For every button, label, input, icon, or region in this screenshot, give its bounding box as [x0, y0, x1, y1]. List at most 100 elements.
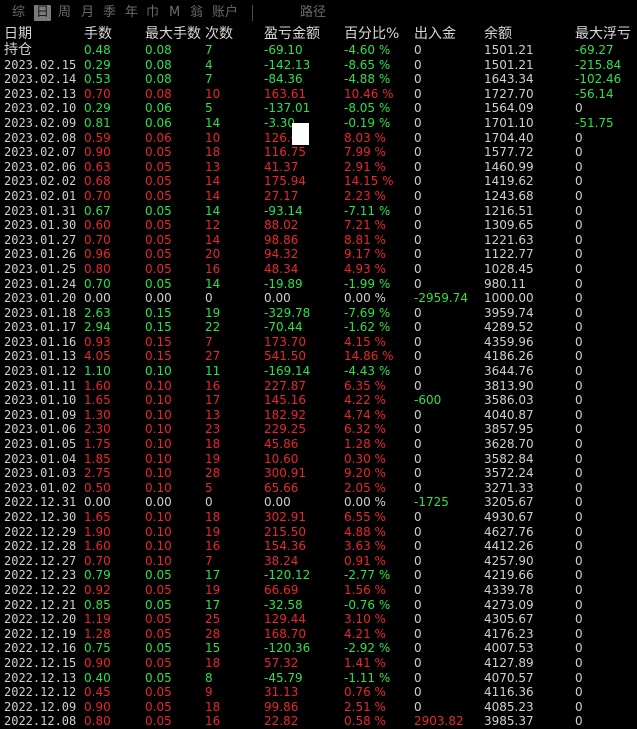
table-row[interactable]: 2022.12.22 0.92 0.05 19 66.69 1.56 % 0 4339.78 0 — [0, 583, 637, 598]
tab-quarterly[interactable]: 季 — [103, 5, 116, 21]
cell-max-lots: 0.08 — [145, 86, 172, 101]
tab-overview[interactable]: 综 — [12, 5, 25, 21]
table-row[interactable]: 2022.12.23 0.79 0.05 17 -120.12 -2.77 % 0 4219.… — [0, 568, 637, 583]
header-deposit-withdraw[interactable]: 出入金 — [414, 26, 456, 42]
cell-count: 18 — [205, 655, 221, 670]
header-lots[interactable]: 手数 — [84, 26, 112, 42]
tab-yearly[interactable]: 年 — [125, 5, 138, 21]
table-row[interactable]: 2023.02.08 0.59 0.06 10 126.6 8.03 % 0 1704.40 0 — [0, 131, 637, 146]
table-row[interactable]: 2023.02.06 0.63 0.05 13 41.37 2.91 % 0 1460.99 0 — [0, 160, 637, 175]
table-row[interactable]: 2022.12.20 1.19 0.05 25 129.44 3.10 % 0 4305.67… — [0, 612, 637, 627]
header-date[interactable]: 日期 — [4, 26, 32, 42]
table-row[interactable]: 2023.01.10 1.65 0.10 17 145.16 4.22 % -600 3586… — [0, 393, 637, 408]
cell-count: 22 — [205, 320, 221, 335]
table-row[interactable]: 2022.12.21 0.85 0.05 17 -32.58 -0.76 % 0 4273.0… — [0, 598, 637, 613]
header-percent[interactable]: 百分比% — [344, 26, 399, 42]
cell-percent: 4.93 % — [344, 261, 386, 276]
table-row[interactable]: 2022.12.31 0.00 0.00 0 0.00 0.00 % -1725 3205.6… — [0, 495, 637, 510]
cell-balance: 1564.09 — [484, 101, 534, 116]
table-row[interactable]: 2022.12.13 0.40 0.05 8 -45.79 -1.11 % 0 4070.57… — [0, 671, 637, 686]
table-row[interactable]: 2023.01.09 1.30 0.10 13 182.92 4.74 % 0 4040.87… — [0, 408, 637, 423]
table-row[interactable]: 2023.01.24 0.70 0.05 14 -19.89 -1.99 % 0 980.11… — [0, 277, 637, 292]
cell-deposit-withdraw: 0 — [414, 320, 422, 335]
cell-balance: 4116.36 — [484, 685, 534, 700]
tab-monthly[interactable]: 月 — [81, 5, 94, 21]
table-row[interactable]: 2023.01.27 0.70 0.05 14 98.86 8.81 % 0 1221.63 0 — [0, 233, 637, 248]
table-row[interactable]: 2022.12.28 1.60 0.10 16 154.36 3.63 % 0 4412.26… — [0, 539, 637, 554]
header-balance[interactable]: 余额 — [484, 26, 512, 42]
header-max-lots[interactable]: 最大手数 — [145, 26, 201, 42]
cell-lots: 2.63 — [84, 305, 111, 320]
table-row[interactable]: 2022.12.30 1.65 0.10 18 302.91 6.55 % 0 4930.67… — [0, 510, 637, 525]
table-row[interactable]: 2023.01.26 0.96 0.05 20 94.32 9.17 % 0 1122.77 0 — [0, 247, 637, 262]
table-row[interactable]: 2023.02.14 0.53 0.08 7 -84.36 -4.88 % 0 1643.34… — [0, 72, 637, 87]
cell-max-drawdown: 0 — [575, 320, 583, 335]
cell-balance: 4339.78 — [484, 582, 534, 597]
table-row[interactable]: 2023.02.09 0.81 0.06 14 -3.30 -0.19 % 0 1701.10… — [0, 116, 637, 131]
period-tab-bar: 综 日 周 月 季 年 巾 M 翁 账户 路径 — [0, 0, 637, 24]
table-row[interactable]: 2023.01.20 0.00 0.00 0 0.00 0.00 % -2959.74 100… — [0, 291, 637, 306]
table-row[interactable]: 2023.02.13 0.70 0.08 10 163.61 10.46 % 0 1727.7… — [0, 87, 637, 102]
table-row[interactable]: 2023.01.16 0.93 0.15 7 173.70 4.15 % 0 4359.96 0 — [0, 335, 637, 350]
cell-lots: 1.28 — [84, 626, 111, 641]
table-row[interactable]: 2023.01.03 2.75 0.10 28 300.91 9.20 % 0 3572.24… — [0, 466, 637, 481]
cell-lots: 0.29 — [84, 101, 111, 116]
tab-account[interactable]: 账户 — [212, 5, 238, 21]
cell-max-drawdown: 0 — [575, 597, 583, 612]
tab-ji[interactable]: 巾 — [146, 5, 159, 21]
cell-percent: 3.10 % — [344, 612, 386, 627]
cell-deposit-withdraw: 0 — [414, 466, 422, 481]
table-row[interactable]: 2022.12.19 1.28 0.05 28 168.70 4.21 % 0 4176.23… — [0, 627, 637, 642]
tab-daily[interactable]: 日 — [34, 5, 52, 21]
table-row[interactable]: 2022.12.15 0.90 0.05 18 57.32 1.41 % 0 4127.89 0 — [0, 656, 637, 671]
table-row[interactable]: 2022.12.09 0.90 0.05 18 99.86 2.51 % 0 4085.23 0 — [0, 700, 637, 715]
table-row[interactable]: 2023.02.15 0.29 0.08 4 -142.13 -8.65 % 0 1501.2… — [0, 58, 637, 73]
tab-weekly[interactable]: 周 — [58, 5, 71, 21]
cell-pnl: -19.89 — [264, 276, 303, 291]
table-row[interactable]: 2023.01.25 0.80 0.05 16 48.34 4.93 % 0 1028.45 0 — [0, 262, 637, 277]
header-count[interactable]: 次数 — [205, 26, 233, 42]
table-row[interactable]: 2022.12.16 0.75 0.05 15 -120.36 -2.92 % 0 4007.… — [0, 641, 637, 656]
cell-date: 2023.02.13 — [4, 86, 77, 101]
header-max-drawdown[interactable]: 最大浮亏 — [575, 26, 631, 42]
cell-max-lots: 0.05 — [145, 582, 172, 597]
cell-deposit-withdraw: 0 — [414, 43, 422, 57]
table-row[interactable]: 2023.01.30 0.60 0.05 12 88.02 7.21 % 0 1309.65 0 — [0, 218, 637, 233]
cell-max-lots: 0.10 — [145, 393, 172, 408]
header-pnl[interactable]: 盈亏金额 — [264, 26, 320, 42]
table-row[interactable]: 2023.02.07 0.90 0.05 18 116.75 7.99 % 0 1577.72… — [0, 145, 637, 160]
cell-date: 2023.01.09 — [4, 407, 77, 422]
table-row[interactable]: 2023.02.02 0.68 0.05 14 175.94 14.15 % 0 1419.6… — [0, 174, 637, 189]
cell-lots: 1.65 — [84, 510, 111, 524]
table-row[interactable]: 2023.01.04 1.85 0.10 19 10.60 0.30 % 0 3582.84 0 — [0, 452, 637, 467]
table-row[interactable]: 2023.01.11 1.60 0.10 16 227.87 6.35 % 0 3813.90… — [0, 379, 637, 394]
cell-date: 2023.01.10 — [4, 393, 77, 408]
table-row[interactable]: 2023.01.18 2.63 0.15 19 -329.78 -7.69 % 0 3959.… — [0, 306, 637, 321]
table-row[interactable]: 2022.12.12 0.45 0.05 9 31.13 0.76 % 0 4116.36 0 — [0, 685, 637, 700]
table-row[interactable]: 2022.12.27 0.70 0.10 7 38.24 0.91 % 0 4257.90 0 — [0, 554, 637, 569]
cell-pnl: 45.86 — [264, 437, 299, 452]
table-row[interactable]: 2023.01.13 4.05 0.15 27 541.50 14.86 % 0 4186.2… — [0, 349, 637, 364]
cell-lots: 0.00 — [84, 495, 111, 510]
table-row[interactable]: 2023.01.31 0.67 0.05 14 -93.14 -7.11 % 0 1216.5… — [0, 204, 637, 219]
cell-max-drawdown: 0 — [575, 626, 583, 641]
table-row[interactable]: 2023.01.05 1.75 0.10 18 45.86 1.28 % 0 3628.70 0 — [0, 437, 637, 452]
table-row[interactable]: 2023.01.02 0.50 0.10 5 65.66 2.05 % 0 3271.33 0 — [0, 481, 637, 496]
table-row[interactable]: 2023.02.01 0.70 0.05 14 27.17 2.23 % 0 1243.68 0 — [0, 189, 637, 204]
cell-count: 0 — [205, 291, 213, 306]
cell-count: 28 — [205, 466, 221, 481]
table-row[interactable]: 2022.12.29 1.90 0.10 19 215.50 4.88 % 0 4627.76… — [0, 525, 637, 540]
cell-deposit-withdraw: 0 — [414, 641, 422, 656]
cell-percent: 7.21 % — [344, 218, 386, 233]
table-row[interactable]: 2023.02.10 0.29 0.06 5 -137.01 -8.05 % 0 1564.0… — [0, 101, 637, 116]
table-row[interactable]: 2023.01.17 2.94 0.15 22 -70.44 -1.62 % 0 4289.5… — [0, 320, 637, 335]
table-row[interactable]: 2023.01.06 2.30 0.10 23 229.25 6.32 % 0 3857.95… — [0, 422, 637, 437]
tab-m[interactable]: M — [169, 5, 180, 21]
tab-path[interactable]: 路径 — [300, 5, 326, 21]
cell-deposit-withdraw: 0 — [414, 247, 422, 262]
table-row[interactable]: 2023.01.12 1.10 0.10 11 -169.14 -4.43 % 0 3644.… — [0, 364, 637, 379]
holding-row[interactable]: 持仓 0.48 0.08 7 -69.10 -4.60 % 0 1501.21 … — [0, 43, 637, 58]
tab-weng[interactable]: 翁 — [190, 5, 203, 21]
table-row[interactable]: 2022.12.08 0.80 0.05 16 22.82 0.58 % 2903.82 39… — [0, 714, 637, 729]
cell-balance: 1577.72 — [484, 145, 534, 160]
